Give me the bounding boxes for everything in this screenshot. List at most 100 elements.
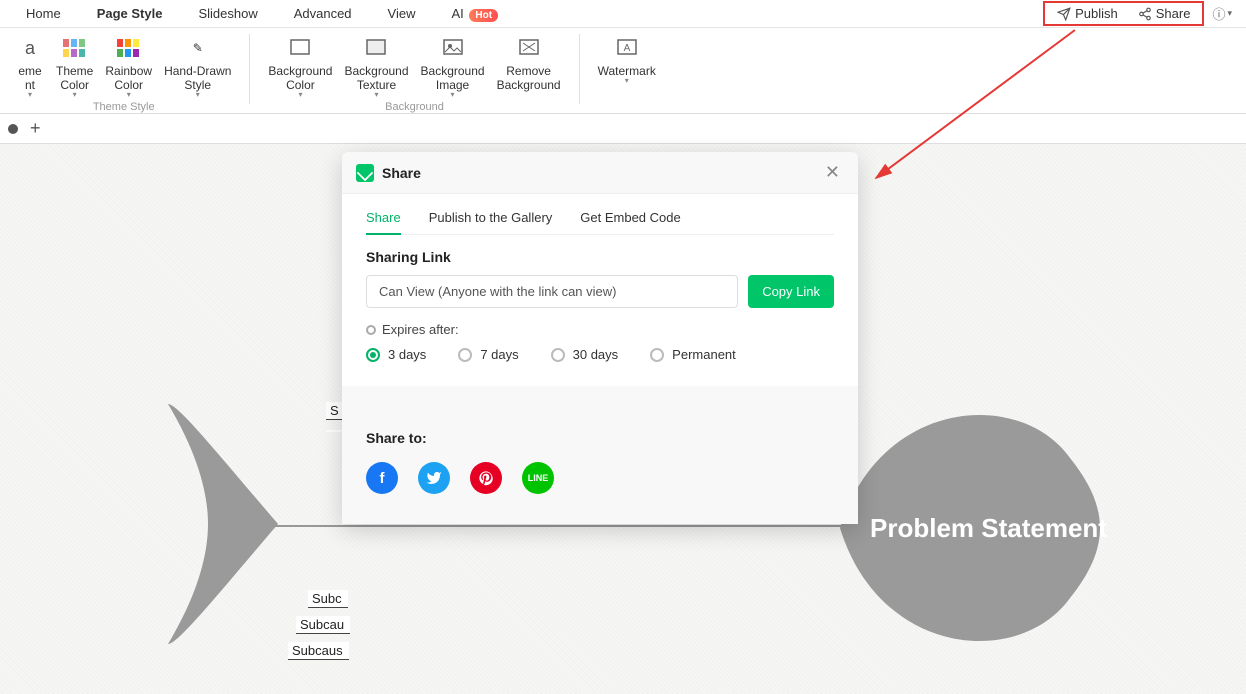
twitter-icon xyxy=(426,470,442,486)
share-to-label: Share to: xyxy=(366,430,834,446)
ribbon-watermark[interactable]: A Watermark ▾ xyxy=(592,34,662,85)
ribbon-hand-drawn[interactable]: ✎ Hand-Drawn Style ▾ xyxy=(158,34,237,99)
share-twitter-button[interactable] xyxy=(418,462,450,494)
pencil-icon: ✎ xyxy=(184,34,212,62)
help-button[interactable]: ⓘ ▾ xyxy=(1206,2,1238,25)
radio-7days-label: 7 days xyxy=(480,347,518,362)
hot-badge: Hot xyxy=(469,9,498,22)
subcause-label-4[interactable]: Subcaus xyxy=(288,642,349,660)
dialog-title: Share xyxy=(382,165,421,181)
help-icon: ⓘ xyxy=(1212,4,1225,23)
ribbon-remove-bg[interactable]: Remove Background xyxy=(491,34,567,99)
chevron-down-icon: ▾ xyxy=(298,90,302,99)
chevron-down-icon: ▾ xyxy=(374,90,378,99)
dialog-footer: Share to: f LINE xyxy=(342,386,858,524)
tab-home[interactable]: Home xyxy=(8,2,79,25)
document-tabs: + xyxy=(0,114,1246,144)
subcause-label-2[interactable]: Subc xyxy=(308,590,348,608)
fishbone-spine xyxy=(270,525,860,527)
chevron-down-icon: ▾ xyxy=(196,90,200,99)
facebook-icon: f xyxy=(380,470,385,487)
bg-image-label: Background Image xyxy=(421,64,485,92)
bg-color-label: Background Color xyxy=(268,64,332,92)
tab-ai[interactable]: AI Hot xyxy=(434,2,517,25)
tab-view[interactable]: View xyxy=(370,2,434,25)
tab-ai-label: AI xyxy=(452,6,464,21)
topright-highlight: Publish Share xyxy=(1043,1,1204,26)
pinterest-icon xyxy=(478,470,494,486)
subcause-stub xyxy=(326,430,342,432)
bg-color-icon xyxy=(286,34,314,62)
share-line-button[interactable]: LINE xyxy=(522,462,554,494)
ribbon-bg-image[interactable]: Background Image ▾ xyxy=(415,34,491,99)
share-pinterest-button[interactable] xyxy=(470,462,502,494)
theme-font-icon: a xyxy=(16,34,44,62)
remove-bg-label: Remove Background xyxy=(497,64,561,92)
share-facebook-button[interactable]: f xyxy=(366,462,398,494)
radio-3days[interactable]: 3 days xyxy=(366,347,426,362)
close-icon: ✕ xyxy=(825,162,840,182)
rainbow-label: Rainbow Color xyxy=(105,64,152,92)
watermark-icon: A xyxy=(613,34,641,62)
dialog-tab-share[interactable]: Share xyxy=(366,204,401,235)
dialog-tabs: Share Publish to the Gallery Get Embed C… xyxy=(366,194,834,235)
ribbon-group-watermark: A Watermark ▾ xyxy=(586,34,668,114)
dialog-body: Share Publish to the Gallery Get Embed C… xyxy=(342,194,858,386)
subcause-label-3[interactable]: Subcau xyxy=(296,616,350,634)
ribbon-group-theme-style: a eme nt ▾ Theme Color ▾ Rainbow Color ▾… xyxy=(4,34,243,114)
fish-tail-shape xyxy=(158,394,288,654)
fish-head-text[interactable]: Problem Statement xyxy=(870,513,1107,544)
menubar: Home Page Style Slideshow Advanced View … xyxy=(0,0,1246,28)
dialog-close-button[interactable]: ✕ xyxy=(821,162,844,183)
expires-bullet-icon xyxy=(366,325,376,335)
theme-font-label: eme nt xyxy=(18,64,41,92)
sharing-link-label: Sharing Link xyxy=(366,249,834,265)
svg-text:A: A xyxy=(623,43,630,54)
bg-texture-icon xyxy=(362,34,390,62)
ribbon-rainbow-color[interactable]: Rainbow Color ▾ xyxy=(99,34,158,99)
tab-page-style[interactable]: Page Style xyxy=(79,2,181,25)
share-label: Share xyxy=(1156,6,1191,21)
ribbon-theme-color[interactable]: Theme Color ▾ xyxy=(50,34,99,99)
chevron-down-icon: ▾ xyxy=(73,90,77,99)
chevron-down-icon: ▾ xyxy=(625,76,629,85)
group-label-theme-style: Theme Style xyxy=(93,101,155,113)
dialog-tab-publish[interactable]: Publish to the Gallery xyxy=(429,204,553,234)
hand-drawn-label: Hand-Drawn Style xyxy=(164,64,231,92)
document-tab-active[interactable] xyxy=(8,124,18,134)
radio-30days-label: 30 days xyxy=(573,347,619,362)
chevron-down-icon: ▾ xyxy=(451,90,455,99)
dialog-tab-embed[interactable]: Get Embed Code xyxy=(580,204,680,234)
ribbon-bg-texture[interactable]: Background Texture ▾ xyxy=(338,34,414,99)
theme-color-label: Theme Color xyxy=(56,64,93,92)
ribbon-theme-font[interactable]: a eme nt ▾ xyxy=(10,34,50,99)
group-label-background: Background xyxy=(385,101,444,113)
chevron-down-icon: ▾ xyxy=(1227,8,1232,19)
radio-icon xyxy=(366,348,380,362)
expires-label: Expires after: xyxy=(382,322,459,337)
new-document-button[interactable]: + xyxy=(30,118,41,139)
radio-icon xyxy=(458,348,472,362)
radio-permanent-label: Permanent xyxy=(672,347,736,362)
publish-label: Publish xyxy=(1075,6,1118,21)
radio-permanent[interactable]: Permanent xyxy=(650,347,736,362)
rainbow-icon xyxy=(115,34,143,62)
remove-bg-icon xyxy=(515,34,543,62)
radio-icon xyxy=(551,348,565,362)
radio-7days[interactable]: 7 days xyxy=(458,347,518,362)
copy-link-button[interactable]: Copy Link xyxy=(748,275,834,308)
ribbon: a eme nt ▾ Theme Color ▾ Rainbow Color ▾… xyxy=(0,28,1246,114)
ribbon-bg-color[interactable]: Background Color ▾ xyxy=(262,34,338,99)
share-dialog: Share ✕ Share Publish to the Gallery Get… xyxy=(342,152,858,524)
share-button[interactable]: Share xyxy=(1130,4,1199,23)
tab-slideshow[interactable]: Slideshow xyxy=(180,2,275,25)
line-icon: LINE xyxy=(528,473,549,483)
share-link-input[interactable] xyxy=(366,275,738,308)
share-icon xyxy=(1138,7,1152,21)
bg-image-icon xyxy=(439,34,467,62)
radio-30days[interactable]: 30 days xyxy=(551,347,619,362)
publish-button[interactable]: Publish xyxy=(1049,4,1126,23)
tab-advanced[interactable]: Advanced xyxy=(276,2,370,25)
publish-icon xyxy=(1057,7,1071,21)
radio-3days-label: 3 days xyxy=(388,347,426,362)
